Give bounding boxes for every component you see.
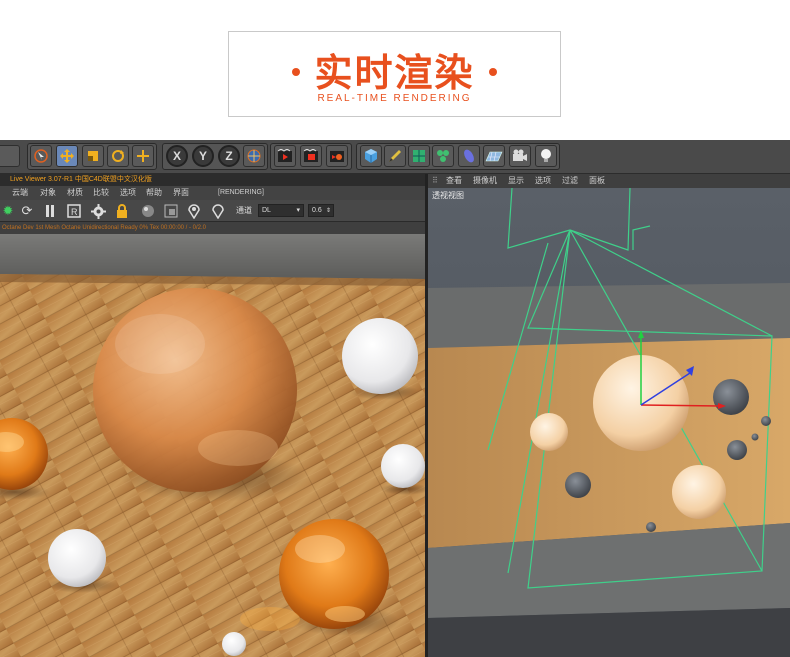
render-view-icon[interactable]	[274, 145, 296, 167]
toolbar-edge-button[interactable]	[0, 145, 20, 167]
perspective-viewport-panel: ⠿ 查看 摄像机 显示 选项 过滤 面板 透视视图	[428, 174, 790, 657]
channel-label: 通道	[236, 206, 252, 215]
chevron-down-icon: ▾	[296, 207, 300, 214]
live-viewer-panel: Live Viewer 3.07-R1 中国C4D联盟中文汉化版 云端 对象 材…	[0, 174, 425, 657]
lv-menu-item[interactable]: 选项	[120, 186, 136, 200]
lv-menu-item[interactable]: 界面	[173, 186, 189, 200]
settings-gear-icon[interactable]	[90, 203, 106, 219]
bullet-dot-icon	[488, 67, 497, 76]
lv-menu-item[interactable]: 材质	[67, 186, 83, 200]
render-status-bar: Octane Dev 1st Mesh Octane Unidirectiona…	[0, 222, 425, 234]
x-axis-icon[interactable]: X	[166, 145, 188, 167]
banner-title: 实时渲染	[229, 42, 560, 97]
vp-menu-item[interactable]: 显示	[508, 174, 524, 188]
vp-menu-item[interactable]: 查看	[446, 174, 462, 188]
live-viewer-title: Live Viewer 3.07-R1 中国C4D联盟中文汉化版	[0, 174, 425, 186]
main-toolbar: X Y Z	[0, 140, 790, 174]
scale-icon[interactable]	[82, 145, 104, 167]
floor-icon[interactable]	[483, 145, 505, 167]
vp-menu-item[interactable]: 选项	[535, 174, 551, 188]
lv-menu-item[interactable]: 对象	[40, 186, 56, 200]
light-icon[interactable]	[535, 145, 557, 167]
grip-icon[interactable]: ⠿	[432, 174, 438, 188]
stepper-icon: ⇕	[325, 208, 331, 214]
add-icon[interactable]	[132, 145, 154, 167]
viewport-label: 透视视图	[432, 190, 464, 200]
region-icon[interactable]: R	[66, 203, 82, 219]
live-select-icon[interactable]	[30, 145, 52, 167]
banner-subtitle: REAL-TIME RENDERING	[317, 93, 472, 104]
restart-icon[interactable]: ⟳	[19, 203, 35, 219]
z-axis-icon[interactable]: Z	[218, 145, 240, 167]
render-settings-icon[interactable]	[326, 145, 348, 167]
cloner-icon[interactable]	[432, 145, 454, 167]
deformer-icon[interactable]	[458, 145, 480, 167]
live-viewer-menu: 云端 对象 材质 比较 选项 帮助 界面 [RENDERING]	[0, 186, 425, 200]
channel-select-value: DL	[262, 207, 271, 214]
x-axis-label: X	[172, 149, 181, 163]
channel-select[interactable]: DL ▾	[258, 204, 304, 217]
svg-text:R: R	[71, 207, 78, 217]
title-banner: 实时渲染 REAL-TIME RENDERING	[228, 31, 561, 117]
live-viewer-toolbar: ✹ ⟳ R 通道 DL ▾ 0.6 ⇕	[0, 200, 425, 222]
viewport-canvas[interactable]: 透视视图	[428, 188, 790, 657]
camera-icon[interactable]	[509, 145, 531, 167]
vp-menu-item[interactable]: 过滤	[562, 174, 578, 188]
pick-material-icon[interactable]	[210, 203, 226, 219]
banner-title-text: 实时渲染	[314, 51, 475, 95]
viewport-menu: ⠿ 查看 摄像机 显示 选项 过滤 面板	[428, 174, 790, 188]
rendered-image	[0, 234, 425, 657]
pen-icon[interactable]	[384, 145, 406, 167]
move-icon[interactable]	[56, 145, 78, 167]
channel-value-field[interactable]: 0.6 ⇕	[308, 204, 334, 217]
lv-menu-item[interactable]: 云端	[12, 186, 28, 200]
pause-icon[interactable]	[42, 203, 58, 219]
material-ball-icon[interactable]	[140, 203, 156, 219]
cube-icon[interactable]	[360, 145, 382, 167]
lv-menu-item[interactable]: 比较	[93, 186, 109, 200]
lv-menu-item[interactable]: 帮助	[146, 186, 162, 200]
world-coords-icon[interactable]	[243, 145, 265, 167]
bullet-dot-icon	[292, 67, 301, 76]
channel-value-text: 0.6	[312, 207, 322, 214]
vp-menu-item[interactable]: 面板	[589, 174, 605, 188]
lock-icon[interactable]	[114, 203, 130, 219]
gear-green-icon[interactable]: ✹	[0, 203, 16, 219]
render-state-label: [RENDERING]	[218, 189, 264, 196]
rotate-icon[interactable]	[107, 145, 129, 167]
y-axis-label: Y	[198, 149, 207, 163]
render-picture-viewer-icon[interactable]	[300, 145, 322, 167]
c4d-app-window: X Y Z Live Viewer 3.07-R1 中国C4D联盟中文汉化版 云…	[0, 140, 790, 657]
vp-menu-item[interactable]: 摄像机	[473, 174, 497, 188]
subdivision-icon[interactable]	[408, 145, 430, 167]
y-axis-icon[interactable]: Y	[192, 145, 214, 167]
clay-mode-icon[interactable]	[163, 203, 179, 219]
pick-focus-icon[interactable]	[186, 203, 202, 219]
z-axis-label: Z	[225, 149, 233, 163]
